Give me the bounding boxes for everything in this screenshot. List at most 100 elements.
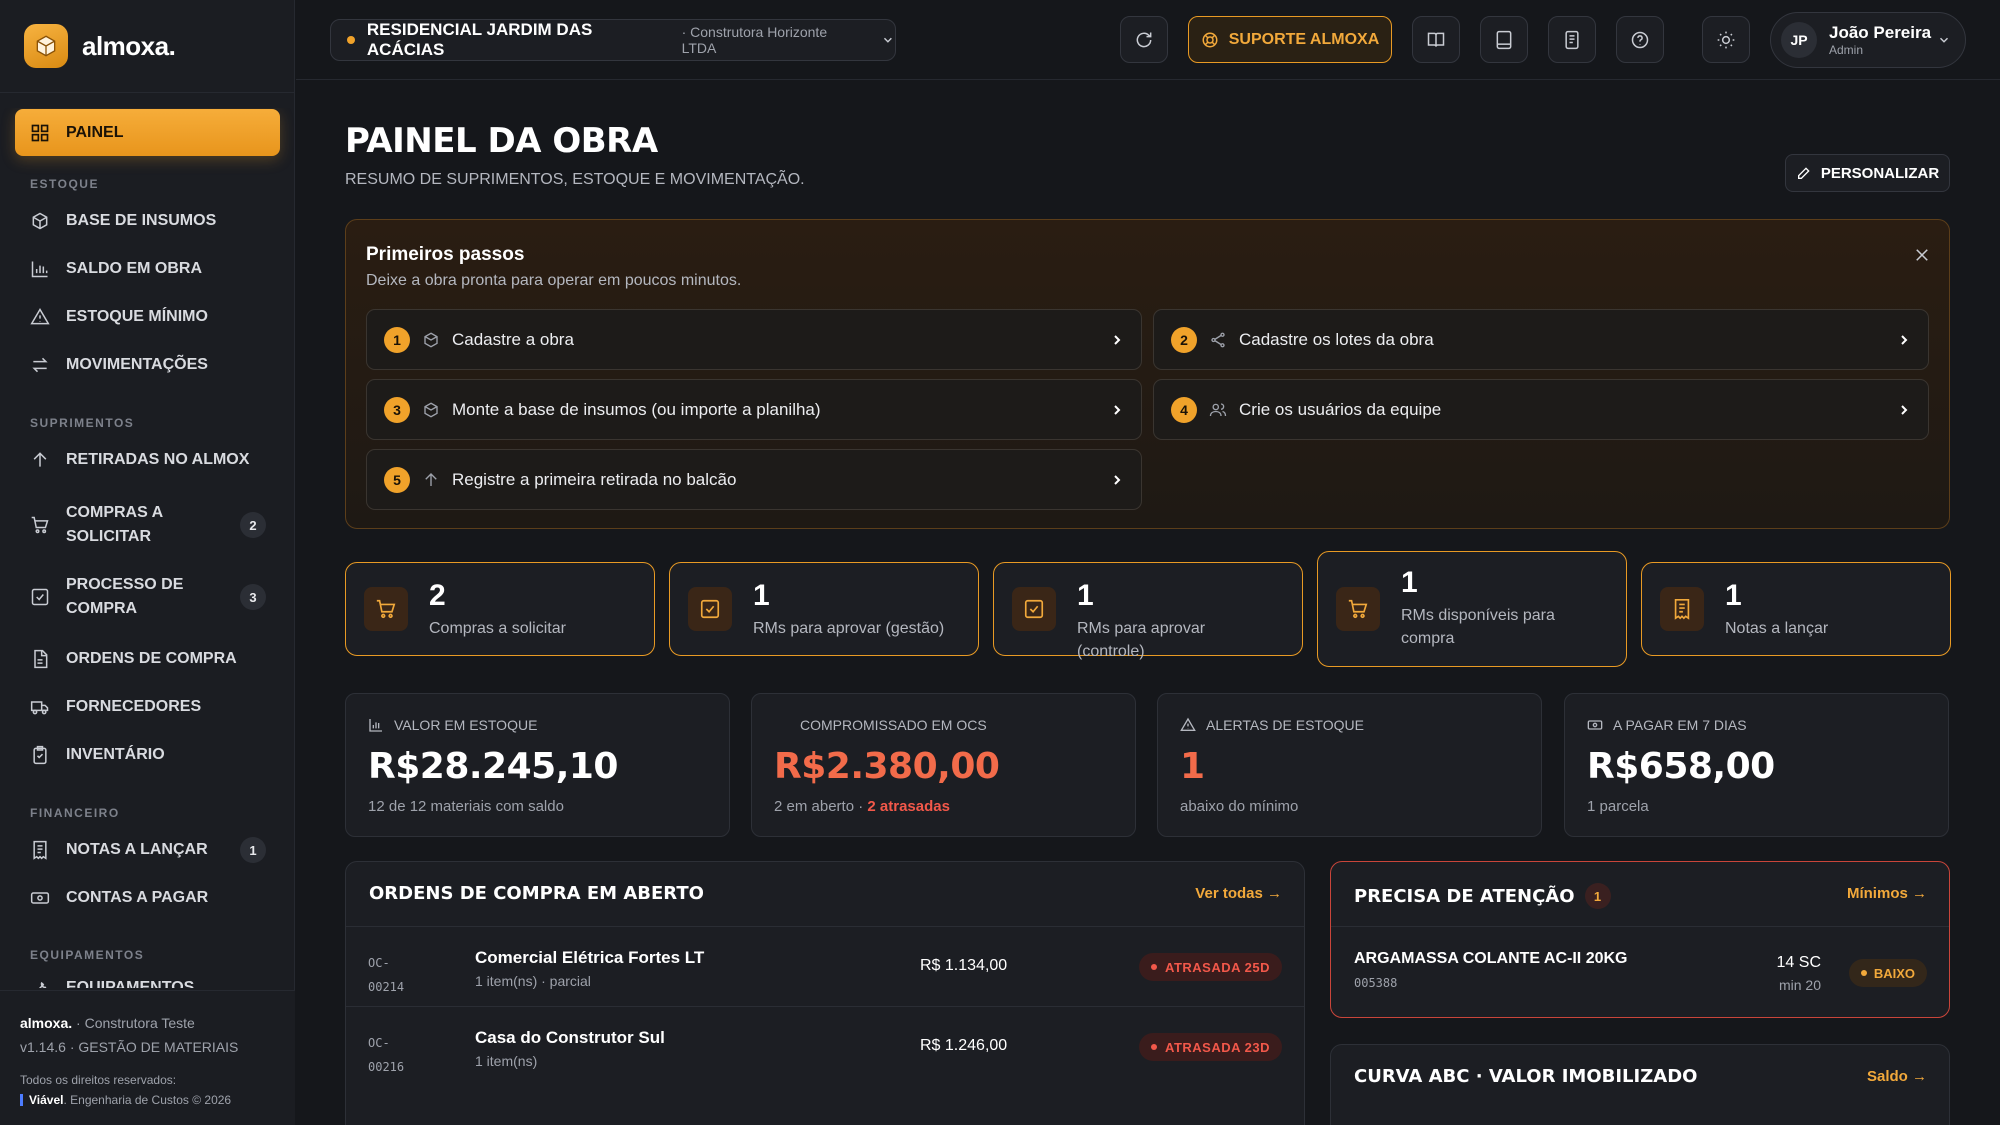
tool-icon xyxy=(38,981,47,988)
step-item[interactable]: 1 Cadastre a obra xyxy=(366,309,1142,370)
maker-name[interactable]: Viável xyxy=(29,1093,63,1107)
chevron-right-icon xyxy=(1114,475,1121,485)
sidebar-section-title: ESTOQUE xyxy=(30,177,99,191)
kpi-card-compras[interactable]: 2 Compras a solicitar xyxy=(345,562,655,656)
stat-header: COMPROMISSADO EM OCS xyxy=(774,717,987,733)
maker-bar xyxy=(20,1094,23,1106)
table-row[interactable]: OC- 00214 Comercial Elétrica Fortes LT 1 … xyxy=(346,927,1304,1007)
sidebar-item-label: SOLICITAR xyxy=(66,528,152,545)
footer-version: v1.14.6 · GESTÃO DE MATERIAIS xyxy=(20,1039,239,1055)
sidebar-item-compras-solicitar[interactable]: COMPRAS A SOLICITAR 2 xyxy=(15,501,280,549)
step-number: 3 xyxy=(384,396,410,423)
sidebar-item-retiradas[interactable]: RETIRADAS NO ALMOX xyxy=(15,448,280,472)
sidebar-item-equipamentos[interactable]: EQUIPAMENTOS xyxy=(15,976,280,988)
edit-icon xyxy=(1797,167,1810,179)
stat-value: 1 xyxy=(1180,746,1205,787)
footer-maker: Viável. Engenharia de Custos © 2026 xyxy=(20,1093,275,1107)
count-badge: 2 xyxy=(240,512,266,538)
list-item[interactable]: ARGAMASSA COLANTE AC-II 20KG 005388 14 S… xyxy=(1331,927,1949,1017)
brand[interactable]: almoxa. xyxy=(24,24,176,68)
stat-foot: 2 em aberto · 2 atrasadas xyxy=(774,798,950,815)
sidebar-item-estoque-minimo[interactable]: ESTOQUE MÍNIMO xyxy=(15,305,280,329)
manual-button[interactable] xyxy=(1412,16,1460,63)
doc-button[interactable] xyxy=(1548,16,1596,63)
user-role: Admin xyxy=(1829,43,1864,57)
sidebar-item-painel[interactable]: PAINEL xyxy=(15,109,280,156)
stat-foot: 1 parcela xyxy=(1587,798,1649,815)
brand-name: almoxa. xyxy=(82,30,176,61)
sidebar-section-title: FINANCEIRO xyxy=(30,806,120,820)
kpi-value: 1 xyxy=(1077,579,1094,612)
help-icon xyxy=(1631,31,1649,48)
order-detail: 1 item(ns) xyxy=(475,1053,538,1069)
attention-title: PRECISA DE ATENÇÃO xyxy=(1354,885,1575,907)
stat-value: R$2.380,00 xyxy=(774,746,1000,787)
kpi-value: 1 xyxy=(1401,566,1418,599)
step-label: Cadastre os lotes da obra xyxy=(1239,329,1434,349)
chevron-right-icon xyxy=(1901,405,1908,415)
sidebar-item-movimentacoes[interactable]: MOVIMENTAÇÕES xyxy=(15,353,280,377)
sidebar-item-ordens-compra[interactable]: ORDENS DE COMPRA xyxy=(15,647,280,671)
step-item[interactable]: 5 Registre a primeira retirada no balcão xyxy=(366,449,1142,510)
item-quantity: 14 SC xyxy=(1776,954,1821,971)
maker-rest: . Engenharia de Custos © 2026 xyxy=(63,1093,232,1107)
book-icon xyxy=(1427,32,1445,47)
step-item[interactable]: 4 Crie os usuários da equipe xyxy=(1153,379,1929,440)
status-badge: BAIXO xyxy=(1848,959,1927,987)
cash-icon xyxy=(30,892,50,904)
help-button[interactable] xyxy=(1616,16,1664,63)
sidebar-item-contas-pagar[interactable]: CONTAS A PAGAR xyxy=(15,886,280,910)
sidebar-section-title: SUPRIMENTOS xyxy=(30,416,135,430)
order-code-prefix: OC- xyxy=(368,956,390,970)
kpi-card-rms-controle[interactable]: 1 RMs para aprovar (controle) xyxy=(993,562,1303,660)
brand-logo-icon xyxy=(24,24,68,68)
sidebar-item-label: ORDENS DE COMPRA xyxy=(66,650,237,667)
getting-started-subtitle: Deixe a obra pronta para operar em pouco… xyxy=(366,272,742,289)
order-amount: R$ 1.134,00 xyxy=(920,957,1008,974)
customize-button[interactable]: PERSONALIZAR xyxy=(1785,154,1950,192)
chevron-down-icon xyxy=(1939,37,1949,43)
sidebar-item-notas-lancar[interactable]: NOTAS A LANÇAR 1 xyxy=(15,837,280,863)
sidebar-item-label: MOVIMENTAÇÕES xyxy=(66,356,208,373)
kpi-card-rms-gestao[interactable]: 1 RMs para aprovar (gestão) xyxy=(669,562,979,656)
sidebar-item-processo-compra[interactable]: PROCESSO DE COMPRA 3 xyxy=(15,573,280,621)
theme-toggle[interactable] xyxy=(1702,16,1750,63)
saldo-link[interactable]: Saldo → xyxy=(1867,1068,1927,1085)
refresh-button[interactable] xyxy=(1120,16,1168,63)
sidebar-item-label: FORNECEDORES xyxy=(66,698,202,715)
sidebar-item-label: COMPRA xyxy=(66,600,138,617)
kpi-card-rms-compra[interactable]: 1 RMs disponíveis para compra xyxy=(1317,551,1627,667)
kpi-card-notas[interactable]: 1 Notas a lançar xyxy=(1641,562,1951,656)
sidebar-item-label: CONTAS A PAGAR xyxy=(66,889,209,906)
order-detail: 1 item(ns) · parcial xyxy=(475,973,591,989)
minimums-link[interactable]: Mínimos → xyxy=(1847,885,1927,902)
box-icon xyxy=(424,331,438,348)
sidebar-item-base-insumos[interactable]: BASE DE INSUMOS xyxy=(15,209,280,233)
user-menu[interactable]: JP João Pereira Admin xyxy=(1770,12,1966,68)
panel-title: CURVA ABC · VALOR IMOBILIZADO xyxy=(1354,1066,1698,1087)
lifebuoy-icon xyxy=(1202,32,1218,47)
grid-icon xyxy=(31,124,49,141)
getting-started-title: Primeiros passos xyxy=(366,244,525,265)
view-all-link[interactable]: Ver todas → xyxy=(1195,885,1282,902)
sidebar-item-saldo-obra[interactable]: SALDO EM OBRA xyxy=(15,257,280,281)
support-button[interactable]: SUPORTE ALMOXA xyxy=(1188,16,1392,63)
kpi-label: Compras a solicitar xyxy=(429,620,566,637)
close-icon[interactable] xyxy=(1913,246,1931,264)
order-code: OC- 00214 xyxy=(368,951,428,999)
sidebar-item-fornecedores[interactable]: FORNECEDORES xyxy=(15,695,280,719)
bar-chart-icon xyxy=(369,719,382,732)
stat-header: ALERTAS DE ESTOQUE xyxy=(1180,717,1364,733)
stat-foot: abaixo do mínimo xyxy=(1180,798,1299,815)
sidebar-item-inventario[interactable]: INVENTÁRIO xyxy=(15,743,280,767)
receipt-icon xyxy=(33,840,47,860)
step-item[interactable]: 2 Cadastre os lotes da obra xyxy=(1153,309,1929,370)
step-number: 4 xyxy=(1171,396,1197,423)
tablet-button[interactable] xyxy=(1480,16,1528,63)
step-item[interactable]: 3 Monte a base de insumos (ou importe a … xyxy=(366,379,1142,440)
stat-card-a-pagar: A PAGAR EM 7 DIAS R$658,00 1 parcela xyxy=(1564,693,1949,837)
status-dot xyxy=(1860,970,1867,976)
order-code-number: 00214 xyxy=(368,980,405,994)
table-row[interactable]: OC- 00216 Casa do Construtor Sul 1 item(n… xyxy=(346,1007,1304,1087)
project-selector[interactable]: RESIDENCIAL JARDIM DAS ACÁCIAS · Constru… xyxy=(330,19,896,61)
